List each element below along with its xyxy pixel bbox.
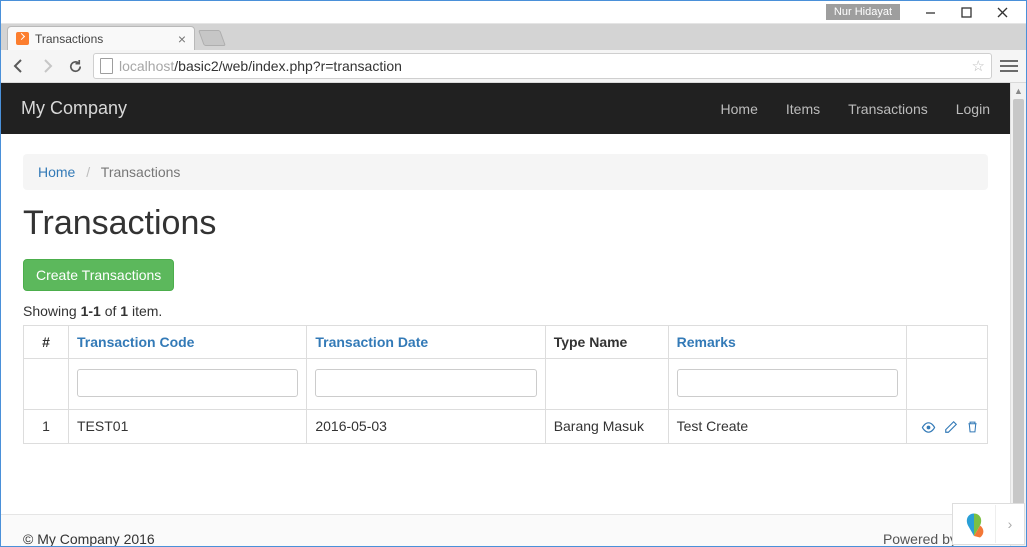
- table-row: 1 TEST01 2016-05-03 Barang Masuk Test Cr…: [24, 410, 988, 444]
- col-date: Transaction Date: [307, 326, 545, 359]
- col-code: Transaction Code: [69, 326, 307, 359]
- cell-type: Barang Masuk: [545, 410, 668, 444]
- browser-tab[interactable]: Transactions ×: [7, 26, 195, 50]
- url-host: localhost: [119, 58, 174, 74]
- filter-remarks-input[interactable]: [677, 369, 898, 397]
- grid-summary: Showing 1-1 of 1 item.: [23, 303, 988, 319]
- scroll-up-icon[interactable]: ▲: [1011, 83, 1026, 99]
- breadcrumb-separator: /: [86, 164, 90, 180]
- tab-close-icon[interactable]: ×: [178, 32, 186, 46]
- nav-link-login[interactable]: Login: [956, 101, 990, 117]
- summary-suffix: item.: [128, 303, 162, 319]
- transactions-table: # Transaction Code Transaction Date Type…: [23, 325, 988, 444]
- footer: © My Company 2016 Powered by Yii F: [1, 514, 1010, 547]
- address-bar[interactable]: localhost/basic2/web/index.php?r=transac…: [93, 53, 992, 79]
- col-actions: [907, 326, 988, 359]
- page-icon: [100, 58, 113, 74]
- cell-actions: [907, 410, 988, 444]
- view-icon[interactable]: [921, 420, 936, 435]
- sort-remarks[interactable]: Remarks: [677, 334, 736, 350]
- browser-menu-button[interactable]: [1000, 60, 1018, 72]
- vertical-scrollbar[interactable]: ▲ ▼: [1010, 83, 1026, 547]
- col-remarks: Remarks: [668, 326, 906, 359]
- delete-icon[interactable]: [966, 420, 979, 434]
- bookmark-star-icon[interactable]: ☆: [972, 57, 985, 75]
- breadcrumb: Home / Transactions: [23, 154, 988, 190]
- nav-link-transactions[interactable]: Transactions: [848, 101, 928, 117]
- sort-code[interactable]: Transaction Code: [77, 334, 194, 350]
- chevron-right-icon[interactable]: ›: [995, 505, 1024, 543]
- edit-icon[interactable]: [944, 420, 958, 434]
- os-user-badge: Nur Hidayat: [826, 4, 900, 20]
- browser-tabstrip: Transactions ×: [1, 24, 1026, 50]
- create-button[interactable]: Create Transactions: [23, 259, 174, 291]
- minimize-button[interactable]: [912, 1, 948, 23]
- summary-prefix: Showing: [23, 303, 81, 319]
- maximize-button[interactable]: [948, 1, 984, 23]
- cell-remarks: Test Create: [668, 410, 906, 444]
- new-tab-button[interactable]: [198, 30, 226, 46]
- favicon-icon: [16, 32, 29, 45]
- cell-serial: 1: [24, 410, 69, 444]
- scroll-thumb[interactable]: [1013, 99, 1024, 532]
- breadcrumb-home[interactable]: Home: [38, 164, 75, 180]
- cell-code: TEST01: [69, 410, 307, 444]
- back-button[interactable]: [9, 56, 29, 76]
- summary-range: 1-1: [81, 303, 101, 319]
- filter-code-input[interactable]: [77, 369, 298, 397]
- cell-date: 2016-05-03: [307, 410, 545, 444]
- browser-toolbar: localhost/basic2/web/index.php?r=transac…: [1, 50, 1026, 83]
- yii-debug-toolbar[interactable]: ›: [952, 503, 1025, 545]
- powered-prefix: Powered by: [883, 531, 961, 547]
- filter-date-input[interactable]: [315, 369, 536, 397]
- summary-total: 1: [120, 303, 128, 319]
- tab-title: Transactions: [35, 32, 103, 46]
- brand[interactable]: My Company: [21, 98, 127, 119]
- sort-date[interactable]: Transaction Date: [315, 334, 428, 350]
- close-window-button[interactable]: [984, 1, 1020, 23]
- summary-mid: of: [101, 303, 120, 319]
- navbar: My Company Home Items Transactions Login: [1, 83, 1010, 134]
- breadcrumb-active: Transactions: [101, 164, 181, 180]
- forward-button[interactable]: [37, 56, 57, 76]
- col-type: Type Name: [545, 326, 668, 359]
- footer-copyright: © My Company 2016: [23, 531, 155, 547]
- url-path: /basic2/web/index.php?r=transaction: [174, 58, 402, 74]
- col-serial: #: [24, 326, 69, 359]
- nav-link-items[interactable]: Items: [786, 101, 820, 117]
- nav-link-home[interactable]: Home: [721, 101, 758, 117]
- reload-button[interactable]: [65, 56, 85, 76]
- os-titlebar: Nur Hidayat: [1, 1, 1026, 24]
- yii-logo-icon: [953, 505, 995, 543]
- page-title: Transactions: [23, 204, 988, 243]
